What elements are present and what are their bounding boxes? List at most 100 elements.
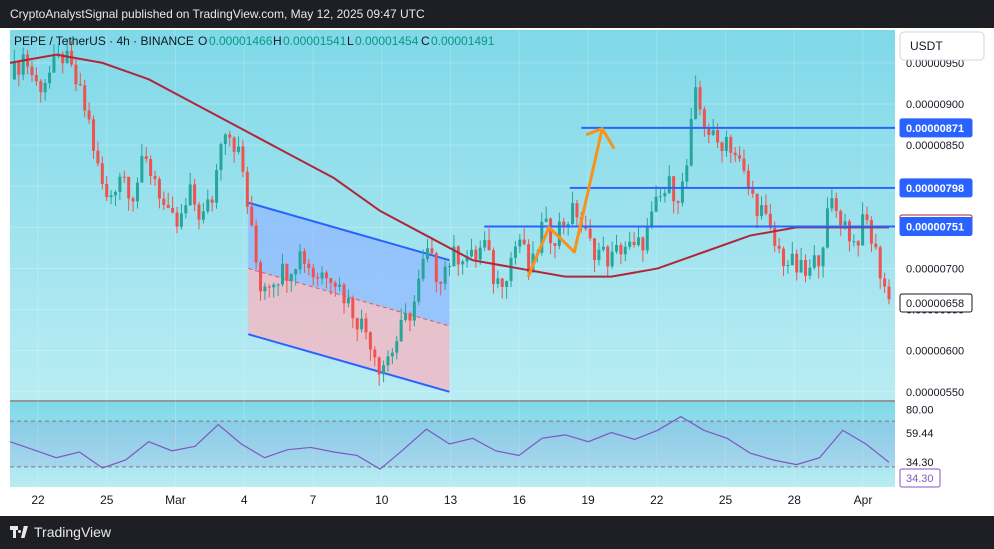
candle-body <box>237 146 241 152</box>
candle-body <box>839 210 843 226</box>
candle-body <box>87 110 91 120</box>
candle-body <box>777 245 781 249</box>
candle-body <box>799 260 803 273</box>
candle-body <box>109 195 113 198</box>
candle-body <box>650 211 654 227</box>
candle-body <box>74 64 78 85</box>
candle-body <box>408 313 412 321</box>
candle-body <box>733 152 737 156</box>
rsi-value-label: 34.30 <box>906 473 934 485</box>
candle-body <box>764 205 768 214</box>
candle-body <box>632 241 636 246</box>
candle-body <box>790 253 794 266</box>
candle-body <box>417 278 421 302</box>
candle-body <box>127 176 131 199</box>
candle-body <box>351 297 355 319</box>
candle-body <box>575 203 579 218</box>
candle-body <box>738 155 742 159</box>
high-label: H <box>273 34 282 48</box>
symbol-legend[interactable]: PEPE / TetherUS · 4h · BINANCE O 0.00001… <box>14 34 495 48</box>
candle-body <box>689 118 693 166</box>
chart-frame[interactable]: 0.000009500.000009000.000008500.00000800… <box>0 28 994 516</box>
candle-body <box>122 176 126 178</box>
candle-body <box>201 211 205 220</box>
candle-body <box>96 150 100 164</box>
candle-body <box>720 142 724 151</box>
x-tick-label: 22 <box>650 493 664 507</box>
tradingview-logo[interactable]: TradingView <box>10 524 111 540</box>
tradingview-logo-icon <box>10 526 28 538</box>
candle-body <box>667 176 671 193</box>
candle-body <box>606 246 610 267</box>
candle-body <box>311 267 315 278</box>
time-axis[interactable]: 22 25 Mar 4 7 10 13 16 19 22 25 28 Apr <box>31 493 872 507</box>
candle-body <box>694 87 698 119</box>
candle-body <box>43 83 47 93</box>
candle-body <box>364 318 368 333</box>
candle-body <box>399 319 403 342</box>
low-value: 0.00001454 <box>355 34 419 48</box>
footer-bar: TradingView <box>0 516 994 549</box>
y-tick-label: 0.00000900 <box>906 99 964 111</box>
open-value: 0.00001466 <box>209 34 273 48</box>
candle-body <box>131 198 135 202</box>
candle-body <box>105 184 109 198</box>
candle-body <box>654 196 658 212</box>
candle-body <box>197 204 201 220</box>
price-tag-label: 0.00000751 <box>906 222 964 234</box>
candle-body <box>206 199 210 212</box>
candle-body <box>118 176 122 192</box>
candle-body <box>843 221 847 226</box>
y-tick-label: 0.00000700 <box>906 263 964 275</box>
candle-body <box>48 72 52 84</box>
candle-body <box>439 281 443 284</box>
candle-body <box>316 277 320 279</box>
candle-body <box>100 163 104 185</box>
x-tick-label: 10 <box>375 493 389 507</box>
candle-body <box>505 280 509 287</box>
candle-body <box>830 198 834 209</box>
close-label: C <box>421 34 430 48</box>
candle-body <box>852 241 856 243</box>
price-axis[interactable]: 0.000009500.000009000.000008500.00000800… <box>899 58 973 488</box>
candle-body <box>619 244 623 255</box>
candle-body <box>571 203 575 225</box>
x-tick-label: 13 <box>444 493 458 507</box>
candle-body <box>377 357 381 375</box>
candle-body <box>228 134 232 138</box>
x-tick-label: 25 <box>100 493 114 507</box>
candle-body <box>782 248 786 267</box>
x-tick-label: 19 <box>581 493 595 507</box>
candle-body <box>232 137 236 152</box>
candle-body <box>17 61 21 75</box>
candle-body <box>883 278 887 287</box>
candle-body <box>751 189 755 194</box>
candle-body <box>865 214 869 221</box>
candle-body <box>219 144 223 171</box>
currency-button[interactable]: USDT <box>899 31 985 61</box>
candle-body <box>245 171 249 207</box>
candle-body <box>808 267 812 276</box>
candle-body <box>223 134 227 145</box>
candle-body <box>153 176 157 180</box>
candle-body <box>878 247 882 279</box>
candle-body <box>52 56 56 73</box>
candle-body <box>215 170 219 203</box>
candle-body <box>496 278 500 284</box>
candle-body <box>184 205 188 214</box>
candle-body <box>92 119 96 151</box>
rsi-tick-label: 59.44 <box>906 428 934 440</box>
price-chart[interactable]: 0.000009500.000009000.000008500.00000800… <box>0 28 994 516</box>
candle-body <box>658 196 662 198</box>
candle-body <box>373 349 377 358</box>
candle-body <box>527 244 531 273</box>
candle-body <box>760 205 764 217</box>
candle-body <box>742 158 746 171</box>
rsi-tick-label: 34.30 <box>906 457 934 469</box>
candle-body <box>553 243 557 246</box>
candle-body <box>518 239 522 247</box>
candle-body <box>522 239 526 245</box>
candle-body <box>30 66 34 75</box>
candle-body <box>298 251 302 270</box>
x-tick-label: 28 <box>788 493 802 507</box>
